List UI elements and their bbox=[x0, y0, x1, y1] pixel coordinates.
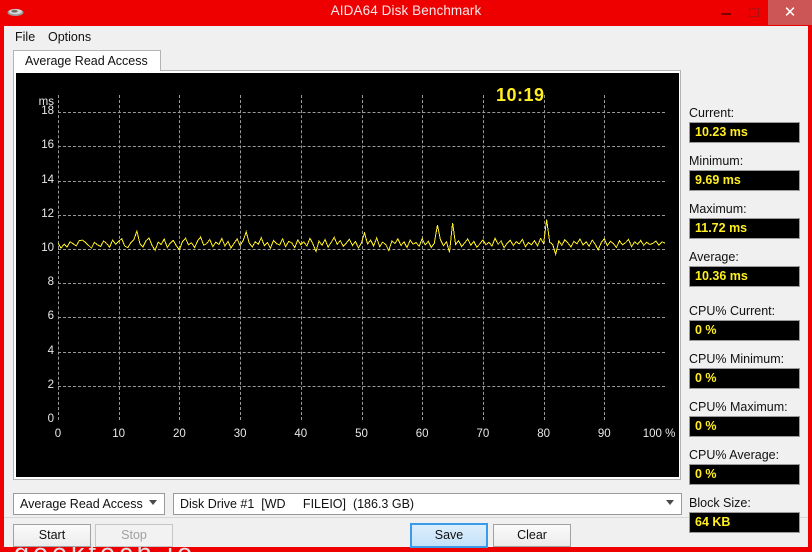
stat-value: 10.23 ms bbox=[689, 122, 800, 143]
menu-bar: File Options bbox=[4, 26, 808, 48]
x-axis-tick-label: 20 bbox=[172, 428, 186, 440]
x-axis-tick-label: 0 bbox=[54, 428, 62, 440]
chart-panel: ms 0 2 4 6 8 10 12 14 16 18 0 10 20 30 40 50 60 70 80 90 100… bbox=[13, 71, 681, 480]
read-access-trace bbox=[58, 219, 665, 257]
x-axis-tick-label: 60 bbox=[415, 428, 429, 440]
y-axis-labels: ms 0 2 4 6 8 10 12 14 16 18 bbox=[16, 73, 54, 477]
x-axis-tick-label: 50 bbox=[355, 428, 368, 440]
clear-button[interactable]: Clear bbox=[493, 524, 571, 547]
menu-item-file[interactable]: File bbox=[9, 29, 41, 45]
stat-label: CPU% Minimum: bbox=[689, 352, 785, 366]
stat-item: Current: 10.23 ms bbox=[689, 106, 800, 143]
disk-drive-select[interactable]: Disk Drive #1 [WD FILEIO] (186.3 GB) bbox=[173, 493, 682, 515]
stat-label: Minimum: bbox=[689, 154, 744, 168]
elapsed-timer: 10:19 bbox=[496, 85, 545, 105]
x-axis-tick-label: 70 bbox=[476, 428, 490, 440]
stat-value: 11.72 ms bbox=[689, 218, 800, 239]
stop-button[interactable]: Stop bbox=[95, 524, 173, 547]
y-axis-tick-label: 2 bbox=[47, 378, 54, 391]
stat-item: Minimum: 9.69 ms bbox=[689, 154, 800, 191]
tab-average-read-access[interactable]: Average Read Access bbox=[13, 50, 161, 72]
stat-label: Current: bbox=[689, 106, 735, 120]
start-button[interactable]: Start bbox=[13, 524, 91, 547]
stat-label: Maximum: bbox=[689, 202, 747, 216]
stat-label: Block Size: bbox=[689, 496, 751, 510]
client-area: File Options Average Read Access ms 0 2 4 6 8… bbox=[4, 26, 808, 552]
stat-item: Maximum: 11.72 ms bbox=[689, 202, 800, 239]
benchmark-chart: ms 0 2 4 6 8 10 12 14 16 18 0 10 20 30 40 50 60 70 80 90 100… bbox=[16, 73, 679, 477]
stat-item: CPU% Minimum: 0 % bbox=[689, 352, 800, 389]
stat-value: 0 % bbox=[689, 416, 800, 437]
maximize-icon bbox=[749, 8, 759, 17]
save-button[interactable]: Save bbox=[410, 523, 488, 548]
y-axis-tick-label: 8 bbox=[47, 276, 54, 289]
maximize-button[interactable] bbox=[740, 0, 768, 24]
y-axis-tick-label: 16 bbox=[41, 139, 54, 152]
x-axis-tick-label: 40 bbox=[294, 428, 308, 440]
stat-label: CPU% Maximum: bbox=[689, 400, 788, 414]
stat-value: 9.69 ms bbox=[689, 170, 800, 191]
stat-value: 0 % bbox=[689, 320, 800, 341]
y-axis-tick-label: 14 bbox=[41, 173, 54, 186]
y-axis-tick-label: 0 bbox=[47, 413, 54, 425]
stat-value: 10.36 ms bbox=[689, 266, 800, 287]
benchmark-mode-select[interactable]: Average Read Access bbox=[13, 493, 165, 515]
statistics-sidebar: Current: 10.23 ms Minimum: 9.69 ms Maximum: 1… bbox=[689, 71, 804, 533]
x-axis-tick-label: 100 % bbox=[642, 428, 676, 440]
y-axis-tick-label: 10 bbox=[41, 241, 54, 254]
x-axis-tick-label: 90 bbox=[597, 428, 611, 440]
application-window: AIDA64 Disk Benchmark ✕ File Options Ave… bbox=[0, 0, 812, 552]
stat-item: CPU% Current: 0 % bbox=[689, 304, 800, 341]
benchmark-mode-value: Average Read Access bbox=[20, 497, 143, 511]
x-axis-tick-label: 80 bbox=[537, 428, 550, 440]
tab-strip: Average Read Access bbox=[13, 48, 681, 72]
x-axis-tick-label: 10 bbox=[112, 428, 126, 440]
y-axis-tick-label: 12 bbox=[41, 207, 54, 220]
window-title: AIDA64 Disk Benchmark bbox=[330, 3, 482, 18]
chevron-down-icon bbox=[666, 500, 674, 505]
y-axis-tick-label: 6 bbox=[47, 310, 54, 323]
title-bar[interactable]: AIDA64 Disk Benchmark ✕ bbox=[0, 0, 812, 26]
minimize-icon bbox=[721, 13, 731, 15]
stat-label: Average: bbox=[689, 250, 739, 264]
stat-value: 64 KB bbox=[689, 512, 800, 533]
menu-item-options[interactable]: Options bbox=[42, 29, 97, 45]
minimize-button[interactable] bbox=[712, 0, 740, 24]
stat-item: CPU% Maximum: 0 % bbox=[689, 400, 800, 437]
stat-item: CPU% Average: 0 % bbox=[689, 448, 800, 485]
stat-value: 0 % bbox=[689, 368, 800, 389]
stat-value: 0 % bbox=[689, 464, 800, 485]
close-icon: ✕ bbox=[783, 4, 797, 21]
chevron-down-icon bbox=[149, 500, 157, 505]
plot-area bbox=[58, 95, 665, 420]
stat-label: CPU% Average: bbox=[689, 448, 780, 462]
x-axis-tick-label: 30 bbox=[233, 428, 247, 440]
stat-item: Average: 10.36 ms bbox=[689, 250, 800, 287]
stat-label: CPU% Current: bbox=[689, 304, 776, 318]
y-axis-tick-label: 18 bbox=[41, 105, 54, 118]
stat-item: Block Size: 64 KB bbox=[689, 496, 800, 533]
y-axis-tick-label: 4 bbox=[47, 344, 54, 357]
disk-drive-value: Disk Drive #1 [WD FILEIO] (186.3 GB) bbox=[180, 497, 415, 511]
close-button[interactable]: ✕ bbox=[768, 0, 812, 25]
